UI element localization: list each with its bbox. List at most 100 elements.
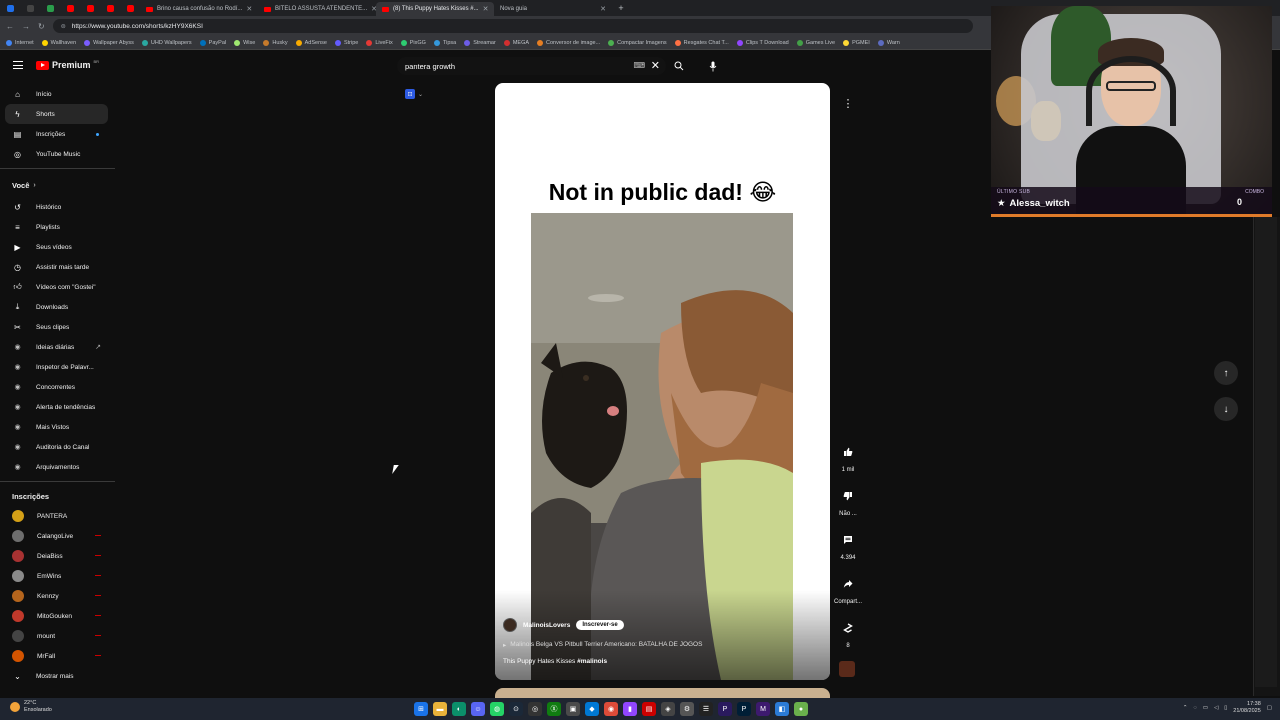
sidebar-item-most-viewed[interactable]: ◉ Mais Vistos <box>0 417 115 437</box>
tab-favicon-4[interactable] <box>60 0 80 16</box>
sidebar-item-competitors[interactable]: ◉ Concorrentes <box>0 377 115 397</box>
subscription-item[interactable]: PANTERA <box>0 506 115 526</box>
show-more-button[interactable]: ⌄ Mostrar mais <box>0 666 115 686</box>
chrome-icon[interactable]: ◉ <box>604 702 618 716</box>
sidebar-item-your-clips[interactable]: ✂ Seus clipes <box>0 317 115 337</box>
remix-icon[interactable] <box>837 617 859 639</box>
app-icon[interactable]: ◧ <box>775 702 789 716</box>
bookmark-item[interactable]: Internet <box>6 39 34 46</box>
notification-icon[interactable]: ▢ <box>1267 705 1272 711</box>
chevron-up-icon[interactable]: ⌃ <box>1183 705 1188 711</box>
bookmark-item[interactable]: Stripe <box>334 39 358 46</box>
sidebar-item-liked-videos[interactable]: 👍︎ Vídeos com "Gostei" <box>0 277 115 297</box>
thumbs-down-icon[interactable] <box>837 485 859 507</box>
previous-short-button[interactable]: ↑ <box>1214 361 1238 385</box>
network-icon[interactable]: ▭ <box>1203 705 1208 711</box>
browser-tab[interactable]: BITELO ASSUSTA ATENDENTE... ✕ <box>258 2 376 16</box>
clock[interactable]: 17:38 21/08/2025 <box>1233 701 1261 715</box>
channel-avatar[interactable] <box>503 618 517 632</box>
close-icon[interactable]: ✕ <box>600 5 606 13</box>
close-icon[interactable]: ✕ <box>483 5 489 13</box>
bookmark-item[interactable]: Tipsa <box>433 39 456 46</box>
subscription-item[interactable]: CalangoLive <box>0 526 115 546</box>
bookmark-item[interactable]: Streamar <box>464 39 496 46</box>
browser-tab[interactable]: Nova guia ✕ <box>494 2 612 16</box>
subscription-item[interactable]: Kennzy <box>0 586 115 606</box>
tab-favicon-2[interactable] <box>20 0 40 16</box>
battery-icon[interactable]: ▯ <box>1224 705 1227 711</box>
related-video-link[interactable]: ▸ Malinois Belga VS Pitbull Terrier Amer… <box>503 641 702 649</box>
xbox-icon[interactable]: Ⓧ <box>547 702 561 716</box>
browser-tab-active[interactable]: (8) This Puppy Hates Kisses #... ✕ <box>376 2 494 16</box>
like-action[interactable]: 1 mil <box>834 441 862 473</box>
dislike-action[interactable]: Não ... <box>834 485 862 517</box>
youtube-logo[interactable]: Premium BR <box>36 59 99 70</box>
bookmark-item[interactable]: Wallhaven <box>41 39 76 46</box>
back-icon[interactable]: ← <box>6 22 14 31</box>
bookmark-item[interactable]: Games Live <box>796 39 835 46</box>
tab-favicon-7[interactable] <box>120 0 140 16</box>
shorts-filter-button[interactable]: ⊡ ⌄ <box>405 88 430 100</box>
hashtag-link[interactable]: #malinois <box>577 658 607 665</box>
reload-icon[interactable]: ↻ <box>38 22 45 31</box>
sidebar-item-channel-audit[interactable]: ◉ Auditoria do Canal <box>0 437 115 457</box>
new-tab-button[interactable]: + <box>612 3 630 13</box>
bookmark-item[interactable]: Wallpaper Abyss <box>84 39 134 46</box>
clear-search-icon[interactable]: ✕ <box>651 59 660 72</box>
channel-name[interactable]: MalinoisLovers <box>523 622 570 629</box>
bookmark-item[interactable]: AdSense <box>295 39 327 46</box>
tab-favicon-6[interactable] <box>100 0 120 16</box>
obs-icon[interactable]: ◎ <box>528 702 542 716</box>
subscription-item[interactable]: MitoGouken <box>0 606 115 626</box>
sidebar-item-watch-later[interactable]: ◷ Assistir mais tarde <box>0 257 115 277</box>
next-short-preview[interactable] <box>495 688 830 698</box>
bookmark-item[interactable]: UHD Wallpapers <box>141 39 192 46</box>
subscribe-button[interactable]: Inscrever-se <box>576 620 624 630</box>
subscription-item[interactable]: mount <box>0 626 115 646</box>
voice-search-button[interactable] <box>703 56 723 76</box>
bookmark-item[interactable]: Resgates Chat T... <box>674 39 729 46</box>
sound-thumbnail[interactable] <box>839 661 855 677</box>
tab-favicon-1[interactable] <box>0 0 20 16</box>
address-bar[interactable]: ⊜ https://www.youtube.com/shorts/kzHY9X6… <box>52 19 973 33</box>
close-icon[interactable]: ✕ <box>246 5 252 13</box>
file-explorer-icon[interactable]: ▬ <box>433 702 447 716</box>
app-icon[interactable]: ● <box>794 702 808 716</box>
app-icon[interactable]: ▣ <box>566 702 580 716</box>
windows-start-icon[interactable]: ⊞ <box>414 702 428 716</box>
sidebar-item-keyword-inspector[interactable]: ◉ Inspetor de Palavr... <box>0 357 115 377</box>
photoshop-icon[interactable]: P <box>737 702 751 716</box>
sidebar-section-you[interactable]: Você › <box>0 173 115 197</box>
browser-tab[interactable]: Brino causa confusão no Rodí... ✕ <box>140 2 258 16</box>
sidebar-item-trend-alerts[interactable]: ◉ Alerta de tendências <box>0 397 115 417</box>
sidebar-item-daily-ideas[interactable]: ◉ Ideias diárias ↗ <box>0 337 115 357</box>
sidebar-item-youtube-music[interactable]: ◎ YouTube Music <box>0 144 115 164</box>
bookmark-item[interactable]: LiveFix <box>366 39 393 46</box>
bookmark-item[interactable]: PayPal <box>199 39 226 46</box>
bookmark-item[interactable]: Conversor de image... <box>537 39 600 46</box>
short-player[interactable]: Not in public dad! 😂 MalinoisLovers Insc… <box>495 83 830 680</box>
bookmark-item[interactable]: Wise <box>234 39 255 46</box>
bookmark-item[interactable]: PGMEI <box>843 39 870 46</box>
next-short-button[interactable]: ↓ <box>1214 397 1238 421</box>
steam-icon[interactable]: ⊙ <box>509 702 523 716</box>
more-options-button[interactable]: ⋮ <box>838 93 858 113</box>
app-icon[interactable]: ◈ <box>661 702 675 716</box>
thumbs-up-icon[interactable] <box>837 441 859 463</box>
subscription-item[interactable]: EmWins <box>0 566 115 586</box>
bookmark-item[interactable]: PixGG <box>400 39 426 46</box>
sidebar-item-your-videos[interactable]: ▶ Seus vídeos <box>0 237 115 257</box>
pdf-icon[interactable]: ▤ <box>642 702 656 716</box>
share-action[interactable]: Compart... <box>834 573 862 605</box>
sidebar-item-archives[interactable]: ◉ Arquivamentos <box>0 457 115 477</box>
twitch-icon[interactable]: ▮ <box>623 702 637 716</box>
app-icon[interactable]: ◆ <box>585 702 599 716</box>
bookmark-item[interactable]: Husky <box>263 39 288 46</box>
sidebar-item-playlists[interactable]: ≡ Playlists <box>0 217 115 237</box>
whatsapp-icon[interactable]: ◍ <box>490 702 504 716</box>
menu-icon[interactable] <box>13 61 23 69</box>
media-encoder-icon[interactable]: M <box>756 702 770 716</box>
forward-icon[interactable]: → <box>22 22 30 31</box>
microphone-icon[interactable]: ◌ <box>1194 705 1197 711</box>
bookmark-item[interactable]: Warn <box>877 39 900 46</box>
